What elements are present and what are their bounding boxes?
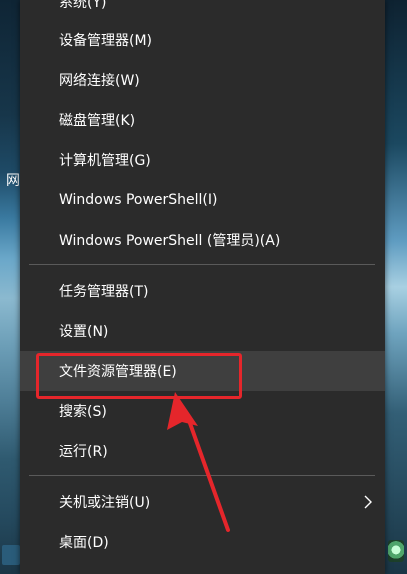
menu-item-label: Windows PowerShell(I)	[59, 192, 218, 208]
taskbar-icon[interactable]	[2, 545, 20, 565]
menu-item-disk-management[interactable]: 磁盘管理(K)	[20, 100, 385, 140]
menu-item-system[interactable]: 系统(Y)	[20, 0, 385, 22]
menu-item-desktop[interactable]: 桌面(D)	[20, 522, 385, 562]
menu-item-settings[interactable]: 设置(N)	[20, 311, 385, 351]
menu-item-label: 关机或注销(U)	[59, 495, 151, 511]
desktop-icon-label: 网	[6, 173, 20, 189]
menu-item-device-manager[interactable]: 设备管理器(M)	[20, 20, 385, 60]
menu-item-computer-management[interactable]: 计算机管理(G)	[20, 140, 385, 180]
desktop-background-right	[385, 0, 407, 574]
menu-item-powershell-admin[interactable]: Windows PowerShell (管理员)(A)	[20, 220, 385, 260]
menu-item-label: 设置(N)	[59, 324, 109, 340]
menu-item-label: 磁盘管理(K)	[59, 113, 136, 129]
menu-item-label: 系统(Y)	[59, 0, 107, 11]
menu-item-label: 网络连接(W)	[59, 73, 140, 89]
chevron-right-icon	[364, 495, 372, 509]
menu-item-task-manager[interactable]: 任务管理器(T)	[20, 271, 385, 311]
menu-item-network-connections[interactable]: 网络连接(W)	[20, 60, 385, 100]
menu-item-shutdown-signout[interactable]: 关机或注销(U)	[20, 482, 385, 522]
winx-context-menu: 系统(Y) 设备管理器(M) 网络连接(W) 磁盘管理(K) 计算机管理(G) …	[20, 0, 385, 574]
menu-item-label: 桌面(D)	[59, 535, 109, 551]
menu-separator	[29, 475, 375, 476]
menu-item-label: 搜索(S)	[59, 404, 107, 420]
menu-item-powershell[interactable]: Windows PowerShell(I)	[20, 180, 385, 220]
menu-item-label: 运行(R)	[59, 444, 108, 460]
menu-item-label: 设备管理器(M)	[59, 33, 153, 49]
tray-app-icon[interactable]	[388, 540, 404, 562]
menu-item-label: 任务管理器(T)	[59, 284, 149, 300]
annotation-highlight-box	[36, 353, 242, 399]
menu-item-run[interactable]: 运行(R)	[20, 431, 385, 471]
menu-separator	[29, 264, 375, 265]
menu-item-label: Windows PowerShell (管理员)(A)	[59, 233, 281, 249]
menu-item-label: 计算机管理(G)	[59, 153, 151, 169]
